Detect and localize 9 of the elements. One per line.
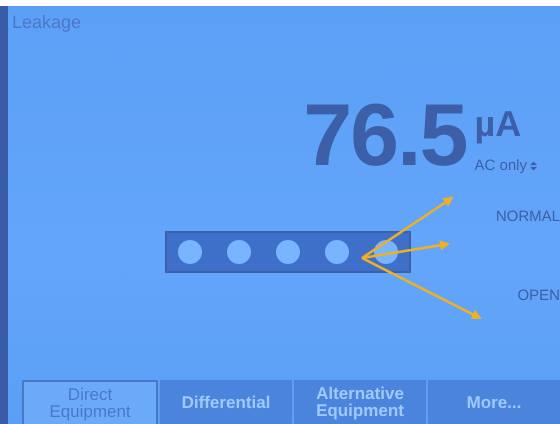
normal-label: NORMAL xyxy=(496,208,560,225)
leakage-reading: 76.5 xyxy=(303,99,466,171)
up-down-icon xyxy=(529,160,538,172)
open-label: OPEN xyxy=(517,287,560,304)
softkey[interactable]: Differential xyxy=(160,380,292,424)
unit-label: µA xyxy=(474,105,522,143)
softkey[interactable]: More... xyxy=(428,380,560,424)
softkey[interactable]: Alternative Equipment xyxy=(294,380,426,424)
mode-label: AC only xyxy=(474,157,527,174)
